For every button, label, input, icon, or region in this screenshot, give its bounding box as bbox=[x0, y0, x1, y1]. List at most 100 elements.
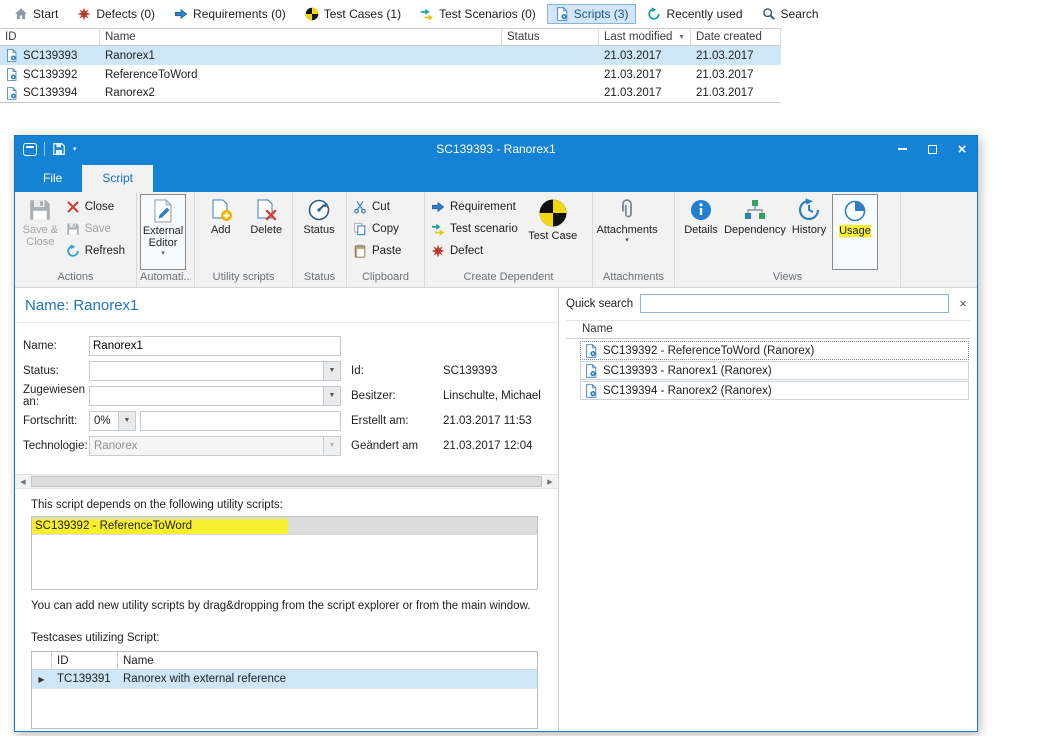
utility-scripts-list[interactable]: SC139392 - ReferenceToWord bbox=[31, 516, 538, 590]
panel-close-icon[interactable]: × bbox=[956, 296, 970, 311]
usage-column-header[interactable]: Name bbox=[566, 320, 970, 339]
scroll-right-icon[interactable]: ▶ bbox=[542, 475, 558, 488]
tab-requirements[interactable]: Requirements (0) bbox=[166, 4, 294, 24]
chevron-down-icon[interactable]: ▼ bbox=[323, 387, 340, 405]
create-defect-button[interactable]: Defect bbox=[428, 240, 526, 262]
qat-dropdown-icon[interactable]: ▾ bbox=[73, 146, 77, 153]
cell-id: SC139392 bbox=[23, 69, 77, 81]
cell-last-modified: 21.03.2017 bbox=[599, 50, 691, 62]
requirement-icon bbox=[174, 7, 188, 21]
tab-start[interactable]: Start bbox=[6, 4, 66, 24]
search-icon bbox=[762, 7, 776, 21]
column-header-name[interactable]: Name bbox=[100, 29, 502, 45]
app-icon[interactable] bbox=[23, 143, 37, 156]
usage-pie-icon bbox=[843, 199, 867, 223]
tab-scripts[interactable]: Scripts (3) bbox=[547, 4, 637, 24]
create-test-scenario-button[interactable]: Test scenario bbox=[428, 218, 526, 240]
tab-defects[interactable]: Defects (0) bbox=[69, 4, 163, 24]
column-header-name[interactable]: Name bbox=[118, 652, 537, 669]
tab-recently-used[interactable]: Recently used bbox=[639, 4, 750, 24]
tab-label: Start bbox=[33, 7, 58, 21]
add-utility-script-button[interactable]: Add bbox=[198, 194, 244, 270]
column-header-status[interactable]: Status bbox=[502, 29, 599, 45]
usage-panel: Quick search × Name ▶ SC139392 - Referen… bbox=[558, 288, 977, 731]
progress-input[interactable] bbox=[140, 411, 341, 431]
table-row[interactable]: SC139394 Ranorex2 21.03.2017 21.03.2017 bbox=[0, 84, 781, 103]
create-requirement-button[interactable]: Requirement bbox=[428, 196, 526, 218]
tab-label: Recently used bbox=[666, 7, 742, 21]
copy-button[interactable]: Copy bbox=[350, 218, 409, 240]
usage-row[interactable]: SC139393 - Ranorex1 (Ranorex) bbox=[580, 361, 969, 380]
attachments-button[interactable]: Attachments ▾ bbox=[596, 194, 658, 270]
minimize-icon bbox=[898, 148, 907, 150]
close-script-button[interactable]: Close bbox=[63, 196, 133, 218]
ribbon-group-actions: Save & Close Close Save Refresh Actions bbox=[15, 192, 137, 287]
chevron-down-icon[interactable]: ▼ bbox=[118, 412, 135, 430]
cut-button[interactable]: Cut bbox=[350, 196, 409, 218]
table-row[interactable]: SC139393 Ranorex1 21.03.2017 21.03.2017 bbox=[0, 46, 781, 65]
dependencies-section: This script depends on the following uti… bbox=[15, 489, 558, 729]
list-item[interactable]: SC139392 - ReferenceToWord bbox=[32, 517, 537, 535]
column-header-id[interactable]: ID bbox=[0, 29, 100, 45]
scrollbar-thumb[interactable] bbox=[31, 476, 542, 487]
column-header-date-created[interactable]: Date created bbox=[691, 29, 781, 45]
close-window-button[interactable]: × bbox=[947, 136, 977, 162]
details-button[interactable]: Details bbox=[678, 194, 724, 270]
usage-row[interactable]: SC139394 - Ranorex2 (Ranorex) bbox=[580, 381, 969, 400]
name-input[interactable] bbox=[89, 336, 341, 356]
scroll-left-icon[interactable]: ◀ bbox=[15, 475, 31, 488]
delete-utility-script-button[interactable]: Delete bbox=[244, 194, 290, 270]
tab-test-cases[interactable]: Test Cases (1) bbox=[297, 4, 409, 24]
dialog-content: Name: Ranorex1 Name: Status: ▼ Id: SC139… bbox=[15, 288, 977, 731]
progress-combo[interactable]: 0%▼ bbox=[89, 411, 136, 431]
ribbon-filler bbox=[901, 192, 977, 287]
save-close-button[interactable]: Save & Close bbox=[18, 194, 63, 270]
save-button[interactable]: Save bbox=[63, 218, 133, 240]
tab-file[interactable]: File bbox=[23, 165, 82, 192]
sort-desc-icon[interactable]: ▼ bbox=[678, 34, 685, 41]
external-editor-button[interactable]: External Editor ▾ bbox=[140, 194, 186, 270]
dropdown-caret-icon[interactable]: ▾ bbox=[161, 251, 165, 257]
status-button[interactable]: Status bbox=[296, 194, 342, 270]
tab-search[interactable]: Search bbox=[754, 4, 827, 24]
tab-test-scenarios[interactable]: Test Scenarios (0) bbox=[412, 4, 544, 24]
refresh-button[interactable]: Refresh bbox=[63, 240, 133, 262]
group-label-utility-scripts: Utility scripts bbox=[198, 270, 289, 287]
create-test-case-button[interactable]: Test Case bbox=[526, 194, 580, 270]
group-label-status: Status bbox=[296, 270, 343, 287]
history-button[interactable]: History bbox=[786, 194, 832, 270]
maximize-button[interactable] bbox=[917, 136, 947, 162]
minimize-button[interactable] bbox=[887, 136, 917, 162]
chevron-down-icon[interactable]: ▼ bbox=[323, 362, 340, 380]
usage-row[interactable]: ▶ SC139392 - ReferenceToWord (Ranorex) bbox=[580, 341, 969, 360]
button-label: Cut bbox=[372, 201, 390, 213]
table-row[interactable]: SC139392 ReferenceToWord 21.03.2017 21.0… bbox=[0, 65, 781, 84]
owner-value: Linschulte, Michael bbox=[443, 390, 541, 402]
cell-id: SC139394 bbox=[23, 87, 77, 99]
dropdown-caret-icon[interactable]: ▾ bbox=[625, 238, 629, 244]
horizontal-scrollbar[interactable]: ◀ ▶ bbox=[15, 474, 558, 489]
button-label: Attachments bbox=[596, 224, 657, 236]
expander-icon[interactable]: ▶ bbox=[32, 670, 52, 688]
script-icon bbox=[5, 68, 18, 81]
usage-list: ▶ SC139392 - ReferenceToWord (Ranorex) S… bbox=[566, 341, 970, 401]
status-combo[interactable]: ▼ bbox=[89, 361, 341, 381]
cell-name: ReferenceToWord bbox=[100, 69, 502, 81]
quick-search-input[interactable] bbox=[640, 294, 949, 313]
technology-combo: Ranorex▼ bbox=[89, 436, 341, 456]
quick-save-icon[interactable] bbox=[52, 142, 66, 156]
column-header-id[interactable]: ID bbox=[52, 652, 118, 669]
paste-button[interactable]: Paste bbox=[350, 240, 409, 262]
tab-script[interactable]: Script bbox=[82, 165, 153, 192]
group-label-clipboard: Clipboard bbox=[350, 270, 421, 287]
button-label: External Editor bbox=[142, 225, 184, 249]
column-header-last-modified[interactable]: Last modified▼ bbox=[599, 29, 691, 45]
dependency-button[interactable]: Dependency bbox=[724, 194, 786, 270]
assigned-combo[interactable]: ▼ bbox=[89, 386, 341, 406]
testcase-row[interactable]: ▶ TC139391 Ranorex with external referen… bbox=[32, 670, 537, 689]
usage-button[interactable]: Usage bbox=[832, 194, 878, 270]
modified-value: 21.03.2017 12:04 bbox=[443, 440, 533, 452]
titlebar[interactable]: ▾ SC139393 - Ranorex1 × bbox=[15, 136, 977, 162]
cell-date-created: 21.03.2017 bbox=[691, 50, 781, 62]
page-title: Name: Ranorex1 bbox=[15, 288, 558, 323]
